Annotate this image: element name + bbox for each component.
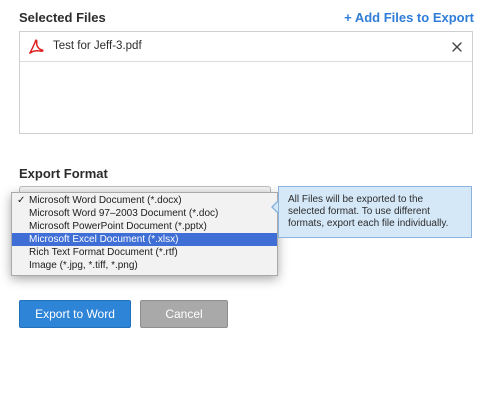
option-rtf[interactable]: Rich Text Format Document (*.rtf) [12,246,277,259]
option-image[interactable]: Image (*.jpg, *.tiff, *.png) [12,259,277,272]
selected-files-heading: Selected Files [19,10,106,25]
option-label: Image (*.jpg, *.tiff, *.png) [29,260,138,271]
option-label: Rich Text Format Document (*.rtf) [29,247,178,258]
pdf-icon [28,39,44,55]
info-tooltip: All Files will be exported to the select… [278,186,472,238]
checkmark-icon: ✓ [17,195,26,206]
option-pptx[interactable]: Microsoft PowerPoint Document (*.pptx) [12,220,277,233]
add-files-link[interactable]: + Add Files to Export [344,10,474,25]
cancel-button[interactable]: Cancel [140,300,228,328]
option-label: Microsoft Excel Document (*.xlsx) [29,234,179,245]
option-docx[interactable]: ✓ Microsoft Word Document (*.docx) [12,194,277,207]
file-name: Test for Jeff-3.pdf [53,40,142,52]
option-label: Microsoft Word 97–2003 Document (*.doc) [29,208,219,219]
export-dialog: Selected Files + Add Files to Export Tes… [0,0,500,415]
option-xlsx[interactable]: Microsoft Excel Document (*.xlsx) [12,233,277,246]
export-format-dropdown: ✓ Microsoft Word Document (*.docx) Micro… [11,192,278,276]
option-label: Microsoft PowerPoint Document (*.pptx) [29,221,207,232]
option-doc[interactable]: Microsoft Word 97–2003 Document (*.doc) [12,207,277,220]
export-button[interactable]: Export to Word [19,300,131,328]
selected-files-list: Test for Jeff-3.pdf [19,31,473,134]
file-row[interactable]: Test for Jeff-3.pdf [20,32,472,62]
close-icon[interactable] [451,40,463,52]
export-format-heading: Export Format [19,166,108,181]
option-label: Microsoft Word Document (*.docx) [29,195,182,206]
